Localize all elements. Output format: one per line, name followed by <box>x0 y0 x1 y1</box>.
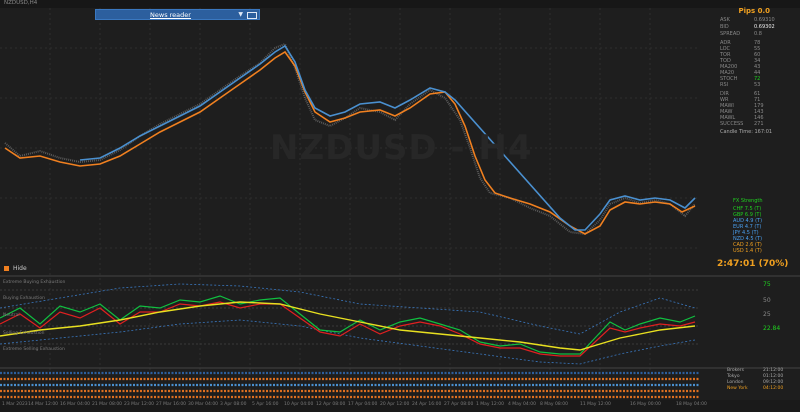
hide-toggle[interactable] <box>4 266 9 271</box>
date-label: 12 Apr 08:00 <box>316 402 346 407</box>
date-label: 17 Apr 04:00 <box>348 402 378 407</box>
window-icon[interactable] <box>247 12 257 19</box>
date-label: 23 Mar 12:00 <box>124 402 155 407</box>
news-reader-label[interactable]: News reader <box>96 10 245 20</box>
indicator-red-line <box>0 301 696 357</box>
strength-header: FX Strength <box>733 198 763 204</box>
date-label: 27 Mar 16:00 <box>156 402 187 407</box>
info-row: SUCCESS 271 <box>720 121 764 127</box>
indicator-value: 75 <box>763 281 771 288</box>
date-label: 5 Apr 16:00 <box>252 402 279 407</box>
news-reader-bar[interactable]: News reader ▼ <box>95 9 260 20</box>
info-row: SPREAD 0.8 <box>720 31 762 37</box>
date-label: 16 May 00:00 <box>630 402 661 407</box>
pips-readout: Pips 0.0 <box>738 7 770 15</box>
session-row: London 09:12:00 <box>727 380 784 385</box>
date-label: 3 Apr 08:00 <box>220 402 247 407</box>
date-label: 21 Mar 08:00 <box>92 402 123 407</box>
date-label: 11 May 12:00 <box>580 402 611 407</box>
date-label: 8 May 08:00 <box>540 402 568 407</box>
date-label: 4 May 04:00 <box>508 402 536 407</box>
info-panel: ASK 0.69310 BID 0.69302 SPREAD 0.8 ADR 78 LO… <box>720 17 790 135</box>
indicator-value: 50 <box>763 297 771 304</box>
hide-label[interactable]: Hide <box>13 265 27 272</box>
date-label: 10 Apr 04:00 <box>284 402 314 407</box>
date-label: 24 Apr 16:00 <box>412 402 442 407</box>
candle-time: Candle Time: 167:01 <box>720 129 773 135</box>
date-label: 20 Apr 12:00 <box>380 402 410 407</box>
level-label: Neutral <box>3 313 20 318</box>
chart-title: NZDUSD,H4 <box>4 0 38 6</box>
currency-strength-panel: FX Strength CHF 7.5 (T) GBP 6.9 (T) AUD … <box>733 198 793 260</box>
session-row: New York 04:12:00 <box>727 386 784 391</box>
indicator-value: 22.84 <box>763 325 781 332</box>
date-label: 27 Apr 08:00 <box>444 402 474 407</box>
symbol-watermark: NZDUSD - H4 <box>270 128 533 168</box>
date-label: 14 Mar 12:00 <box>28 402 59 407</box>
session-row: Tokyo 01:12:00 <box>727 374 784 379</box>
date-label: 1 May 12:00 <box>476 402 504 407</box>
window-titlebar <box>0 0 800 8</box>
indicator-value: 25 <box>763 311 771 318</box>
chart-canvas[interactable] <box>0 8 800 400</box>
info-row: BID 0.69302 <box>720 24 775 30</box>
level-label: Selling Exhaustion <box>3 331 45 336</box>
session-row: Brokers 21:12:00 <box>727 368 784 373</box>
level-label: Extreme Selling Exhaustion <box>3 347 65 352</box>
strength-row: USD 1.4 (T) <box>733 248 762 254</box>
date-label: 16 Mar 04:00 <box>60 402 91 407</box>
info-row: RSI 53 <box>720 82 761 88</box>
date-label: 1 Mar 2023 <box>2 402 28 407</box>
chevron-down-icon[interactable]: ▼ <box>238 10 243 20</box>
level-label: Extreme Buying Exhaustion <box>3 280 66 285</box>
date-label: 30 Mar 04:00 <box>188 402 219 407</box>
date-label: 18 May 04:00 <box>676 402 707 407</box>
level-label: Buying Exhaustion <box>3 296 45 301</box>
info-row: ASK 0.69310 <box>720 17 775 23</box>
candle-countdown: 2:47:01 (70%) <box>717 259 789 269</box>
